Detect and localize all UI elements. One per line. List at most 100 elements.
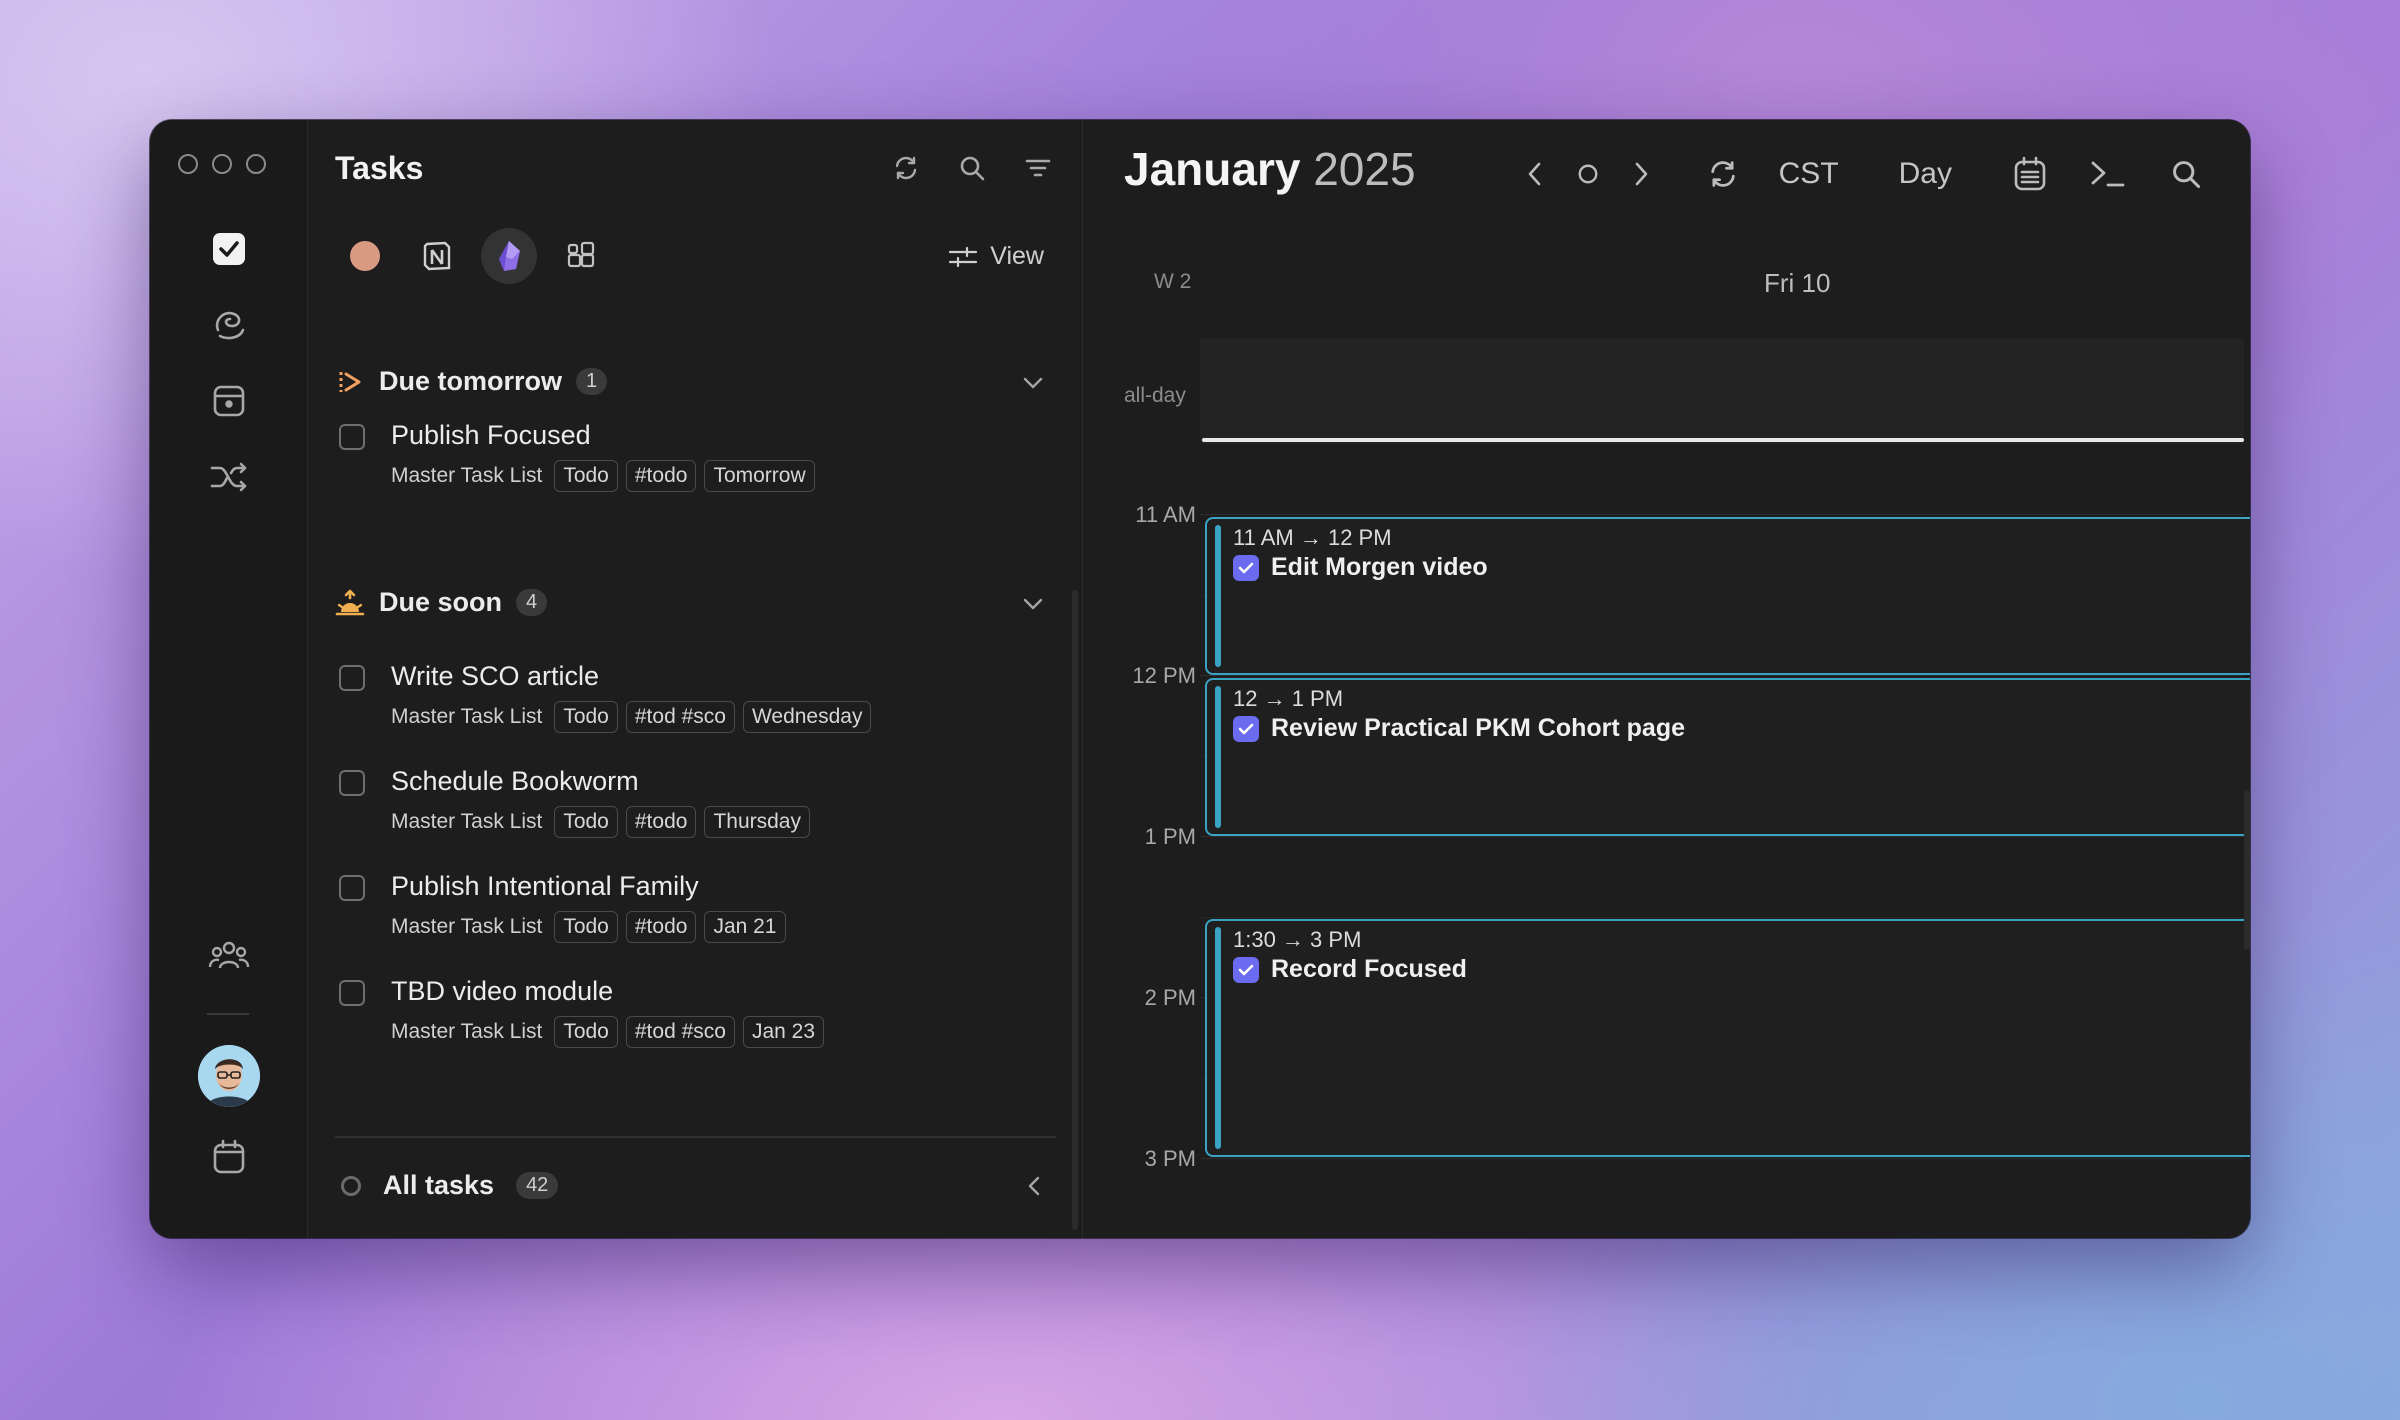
calendar-event[interactable]: 12 → 1 PM Review Practical PKM Cohort pa… xyxy=(1205,678,2250,836)
source-apps-button[interactable] xyxy=(553,228,609,284)
source-notion-button[interactable] xyxy=(409,228,465,284)
group-due-soon[interactable]: Due soon 4 xyxy=(335,587,1056,618)
agenda-button[interactable] xyxy=(2010,144,2050,204)
rail-people-button[interactable] xyxy=(204,930,254,980)
due-chip: Jan 21 xyxy=(704,911,786,943)
rail-shuffle-button[interactable] xyxy=(204,452,254,502)
search-icon xyxy=(960,156,985,181)
event-color-bar xyxy=(1215,525,1221,667)
task-checkbox[interactable] xyxy=(339,875,365,901)
source-obsidian-button[interactable] xyxy=(481,228,537,284)
sync-button[interactable] xyxy=(1703,144,1743,204)
rail-calendar-button[interactable] xyxy=(204,1132,254,1182)
event-checkbox[interactable] xyxy=(1233,554,1259,581)
calendar-list-icon xyxy=(2014,156,2046,191)
all-tasks-label: All tasks xyxy=(383,1170,495,1200)
dot-source-icon xyxy=(350,241,380,271)
event-title-row: Review Practical PKM Cohort page xyxy=(1233,714,1685,743)
calendar-event[interactable]: 11 AM → 12 PM Edit Morgen video xyxy=(1205,517,2250,675)
chevron-down-icon[interactable] xyxy=(1020,370,1046,396)
day-header[interactable]: Fri 10 xyxy=(1764,268,1830,299)
rail-tasks-button[interactable] xyxy=(204,224,254,274)
year: 2025 xyxy=(1313,143,1416,195)
left-rail xyxy=(150,120,308,1238)
zoom-window-button[interactable] xyxy=(246,154,266,174)
task-checkbox[interactable] xyxy=(339,424,365,450)
view-button[interactable]: View xyxy=(948,242,1044,271)
command-button[interactable] xyxy=(2088,144,2128,204)
people-icon xyxy=(208,941,250,969)
task-meta: Master Task List Todo #todo Tomorrow xyxy=(391,460,815,492)
circle-icon xyxy=(341,1175,361,1196)
task-name: TBD video module xyxy=(391,976,614,1006)
half-hour-line xyxy=(1200,917,2244,918)
tasks-title: Tasks xyxy=(335,150,424,186)
task-meta: Master Task List Todo #tod #sco Jan 23 xyxy=(391,1016,825,1048)
task-checkbox[interactable] xyxy=(339,770,365,796)
next-button[interactable] xyxy=(1621,144,1661,204)
event-title: Review Practical PKM Cohort page xyxy=(1271,714,1686,742)
hour-label: 2 PM xyxy=(1144,985,1196,1010)
prev-button[interactable] xyxy=(1515,144,1555,204)
check-icon xyxy=(1238,562,1254,573)
shuffle-icon xyxy=(210,462,247,492)
chevron-left-icon xyxy=(1528,162,1540,186)
task-name: Schedule Bookworm xyxy=(391,766,639,796)
hour-line xyxy=(1200,836,2244,837)
source-todoist-button[interactable] xyxy=(337,228,393,284)
view-mode-button[interactable]: Day xyxy=(1899,144,1952,204)
filter-button[interactable] xyxy=(1020,150,1056,186)
calendar-scrollbar[interactable] xyxy=(2244,790,2250,950)
search-icon xyxy=(2173,161,2201,189)
close-window-button[interactable] xyxy=(178,154,198,174)
event-color-bar xyxy=(1215,927,1221,1149)
task-checkbox[interactable] xyxy=(339,665,365,691)
tasks-scrollbar[interactable] xyxy=(1072,590,1078,1230)
all-tasks-count: 42 xyxy=(516,1172,559,1199)
filter-icon xyxy=(1025,159,1051,177)
task-list-name: Master Task List xyxy=(391,915,543,938)
obsidian-icon xyxy=(499,241,520,271)
status-chip: Todo xyxy=(554,701,618,733)
refresh-button[interactable] xyxy=(888,150,924,186)
event-title-row: Edit Morgen video xyxy=(1233,553,1488,582)
check-icon xyxy=(1238,964,1254,975)
task-meta: Master Task List Todo #tod #sco Wednesda… xyxy=(391,701,872,733)
search-button[interactable] xyxy=(954,150,990,186)
sunrise-icon xyxy=(335,589,365,615)
rail-scribble-button[interactable] xyxy=(204,300,254,350)
status-chip: Todo xyxy=(554,806,618,838)
rail-inbox-button[interactable] xyxy=(204,376,254,426)
chevron-left-icon[interactable] xyxy=(1022,1173,1046,1199)
task-name: Publish Intentional Family xyxy=(391,871,699,901)
calendar-event[interactable]: 1:30 → 3 PM Record Focused xyxy=(1205,919,2250,1157)
event-checkbox[interactable] xyxy=(1233,956,1259,983)
hour-line xyxy=(1200,1158,2244,1159)
hour-label: 1 PM xyxy=(1144,824,1196,849)
group-due-tomorrow[interactable]: Due tomorrow 1 xyxy=(335,366,1056,397)
all-day-zone[interactable] xyxy=(1200,338,2244,444)
minimize-window-button[interactable] xyxy=(212,154,232,174)
status-chip: Todo xyxy=(554,1016,618,1048)
notion-icon xyxy=(423,241,451,271)
checkbox-icon xyxy=(213,233,245,265)
chevron-down-icon[interactable] xyxy=(1020,591,1046,617)
hour-label: 12 PM xyxy=(1132,663,1196,688)
avatar[interactable] xyxy=(198,1045,260,1107)
status-chip: Todo xyxy=(554,460,618,492)
today-button[interactable] xyxy=(1577,144,1599,204)
event-checkbox[interactable] xyxy=(1233,715,1259,742)
hour-line xyxy=(1200,514,2244,515)
task-checkbox[interactable] xyxy=(339,980,365,1006)
all-tasks-row[interactable]: All tasks 42 xyxy=(341,1170,1056,1201)
calendar-icon xyxy=(213,1139,245,1174)
group-count: 1 xyxy=(576,368,608,395)
timezone-button[interactable]: CST xyxy=(1779,144,1839,204)
due-chip: Jan 23 xyxy=(742,1016,825,1048)
due-chip: Wednesday xyxy=(742,701,872,733)
task-meta: Master Task List Todo #todo Jan 21 xyxy=(391,911,786,943)
circle-icon xyxy=(1578,164,1598,184)
tag-chip: #tod #sco xyxy=(625,701,735,733)
calendar-search-button[interactable] xyxy=(2166,144,2206,204)
event-title-row: Record Focused xyxy=(1233,955,1467,984)
